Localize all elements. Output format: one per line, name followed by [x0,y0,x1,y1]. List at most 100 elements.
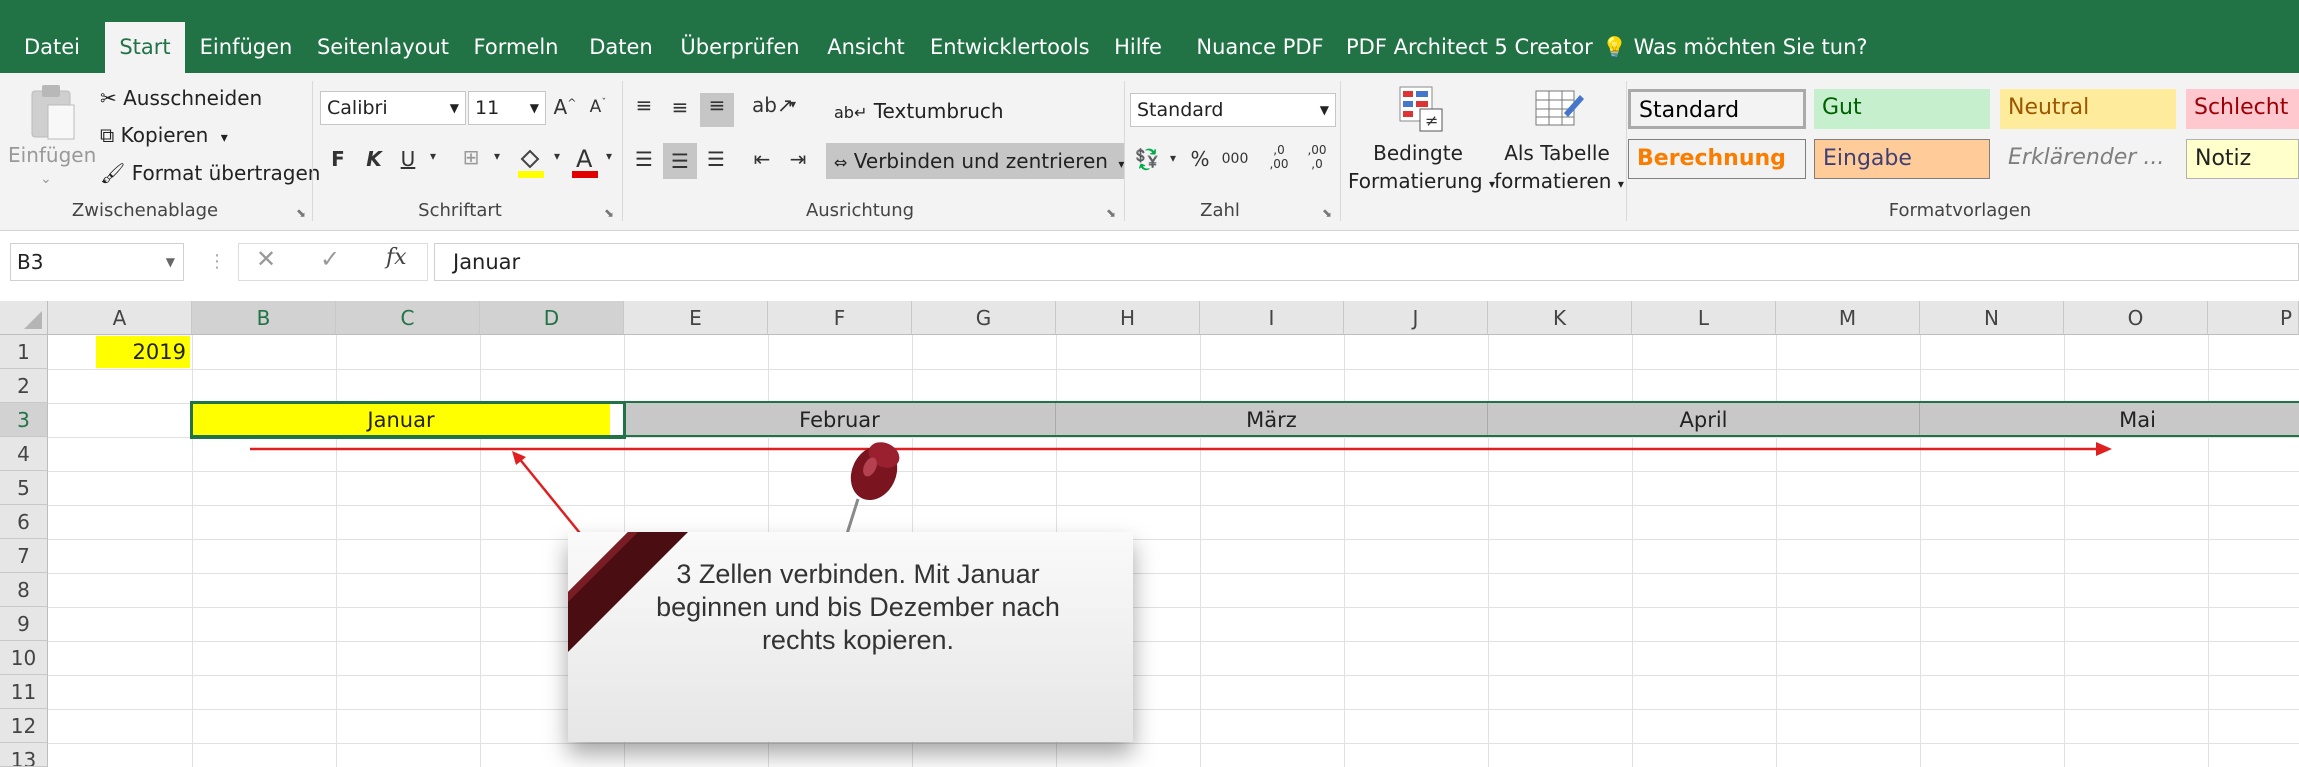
style-standard[interactable]: Standard [1628,89,1806,129]
brush-icon: 🖌 [100,161,126,185]
chevron-down-icon: ▼ [165,255,175,269]
font-size-select[interactable]: 11 ▼ [468,91,546,125]
style-schlecht[interactable]: Schlecht [2186,89,2299,129]
spreadsheet-grid: A B C D E F G H I J K L M N O P 1 2 3 4 … [0,301,2299,767]
bold-button[interactable]: F [326,147,350,171]
svg-text:A: A [576,145,593,173]
cut-button[interactable]: ✂ Ausschneiden [100,86,262,110]
tab-hilfe[interactable]: Hilfe [1106,22,1170,73]
italic-button[interactable]: K [362,147,386,171]
style-erklaerender[interactable]: Erklärender ... [2000,139,2176,179]
align-center-icon[interactable]: ☰ [663,143,697,179]
style-notiz[interactable]: Notiz [2186,139,2299,179]
format-as-table-button[interactable]: formatieren ▾ [1494,169,1624,193]
format-as-table-icon[interactable] [1534,87,1584,133]
align-right-icon[interactable]: ☰ [702,147,730,171]
chevron-down-icon: ▼ [1319,103,1329,117]
number-launcher-icon[interactable]: ⬊ [1322,206,1332,220]
chevron-down-icon[interactable]: ▾ [1166,151,1180,165]
more-options-icon[interactable]: ⋮ [208,251,226,272]
insert-function-icon[interactable]: fx [386,245,407,270]
chevron-down-icon: ▾ [220,130,228,146]
tab-datei[interactable]: Datei [12,22,92,73]
tab-pdf-architect[interactable]: PDF Architect 5 Creator [1346,22,1593,73]
paste-button[interactable]: Einfügen [8,143,96,167]
enter-icon[interactable]: ✓ [320,245,340,273]
number-format-select[interactable]: Standard ▼ [1130,93,1336,127]
paste-dropdown-icon[interactable]: ⌄ [40,171,52,187]
chevron-down-icon[interactable]: ▾ [602,149,616,163]
font-color-icon[interactable]: A [570,143,600,181]
group-separator [312,81,313,221]
align-left-icon[interactable]: ☰ [630,147,658,171]
chevron-down-icon[interactable]: ▾ [426,149,440,163]
tab-ueberpruefen[interactable]: Überprüfen [678,22,802,73]
tab-entwicklertools[interactable]: Entwicklertools [930,22,1090,73]
group-separator [622,81,623,221]
group-label-font: Schriftart [418,200,502,221]
paste-icon[interactable] [24,83,80,143]
style-gut[interactable]: Gut [1814,89,1990,129]
wrap-text-button[interactable]: ab↵ Textumbruch [834,99,1004,123]
borders-icon[interactable]: ⊞ [456,145,486,169]
tab-daten[interactable]: Daten [578,22,664,73]
conditional-formatting-line1[interactable]: Bedingte [1350,141,1486,165]
annotation-arrows [250,442,2112,544]
ribbon-tab-bar: Datei Start Einfügen Seitenlayout Formel… [0,0,2299,73]
underline-button[interactable]: U [396,147,420,171]
currency-format-icon[interactable]: 💱 [1132,147,1162,171]
font-launcher-icon[interactable]: ⬊ [604,206,614,220]
tab-seitenlayout[interactable]: Seitenlayout [312,22,454,73]
style-eingabe[interactable]: Eingabe [1814,139,1990,179]
clipboard-launcher-icon[interactable]: ⬊ [296,206,306,220]
tab-start[interactable]: Start [105,22,185,73]
chevron-down-icon: ▼ [449,101,459,115]
scissors-icon: ✂ [100,86,117,110]
cancel-icon[interactable]: ✕ [256,245,276,273]
increase-decimal-button[interactable]: ,0 ,00 [1264,143,1294,171]
align-middle-icon[interactable]: ≡ [666,95,694,119]
chevron-down-icon[interactable]: ▾ [550,149,564,163]
decrease-indent-icon[interactable]: ⇤ [748,147,776,171]
align-bottom-icon[interactable]: ≡ [700,93,734,127]
fill-color-icon[interactable] [516,145,546,181]
decrease-decimal-button[interactable]: ,00 ,0 [1302,143,1332,171]
group-separator [1124,81,1125,221]
grow-font-icon[interactable]: A^ [553,95,577,119]
chevron-down-icon: ▾ [1617,177,1624,191]
format-as-table-line1[interactable]: Als Tabelle [1496,141,1618,165]
font-name-select[interactable]: Calibri ▼ [320,91,466,125]
chevron-down-icon[interactable]: ▾ [490,149,504,163]
tell-me-search[interactable]: 💡 Was möchten Sie tun? [1602,22,1868,73]
group-label-alignment: Ausrichtung [805,200,915,221]
group-separator [1626,81,1627,221]
conditional-formatting-icon[interactable]: ≠ [1398,85,1444,133]
group-label-clipboard: Zwischenablage [71,200,219,221]
alignment-launcher-icon[interactable]: ⬊ [1106,206,1116,220]
name-box[interactable]: B3 ▼ [10,243,184,281]
shrink-font-icon[interactable]: Aˇ [586,97,610,117]
tab-formeln[interactable]: Formeln [468,22,564,73]
format-painter-button[interactable]: 🖌 Format übertragen [100,161,320,185]
tab-nuance-pdf[interactable]: Nuance PDF [1190,22,1330,73]
increase-indent-icon[interactable]: ⇥ [784,147,812,171]
conditional-formatting-button[interactable]: Formatierung ▾ [1348,169,1495,193]
chevron-down-icon: ▼ [529,101,539,115]
tab-ansicht[interactable]: Ansicht [816,22,916,73]
tab-einfuegen[interactable]: Einfügen [196,22,296,73]
chevron-down-icon[interactable]: ▾ [786,97,800,111]
callout-note: 3 Zellen verbinden. Mit Januar beginnen … [568,532,1133,742]
callout-text: 3 Zellen verbinden. Mit Januar beginnen … [656,559,1060,655]
style-neutral[interactable]: Neutral [2000,89,2176,129]
percent-button[interactable]: % [1186,147,1214,171]
merge-center-button[interactable]: ⇔ Verbinden und zentrieren ▾ [826,143,1124,179]
thousands-separator-button[interactable]: 000 [1220,151,1250,167]
style-berechnung[interactable]: Berechnung [1628,139,1806,179]
svg-text:≠: ≠ [1425,111,1438,130]
copy-button[interactable]: ⧉ Kopieren ▾ [100,123,228,147]
text-orientation-icon[interactable]: ab↗ [752,93,794,117]
formula-input[interactable]: Januar [434,243,2299,281]
group-label-styles: Formatvorlagen [1888,200,2032,221]
push-pin-icon [844,442,900,538]
align-top-icon[interactable]: ≡ [630,93,658,117]
